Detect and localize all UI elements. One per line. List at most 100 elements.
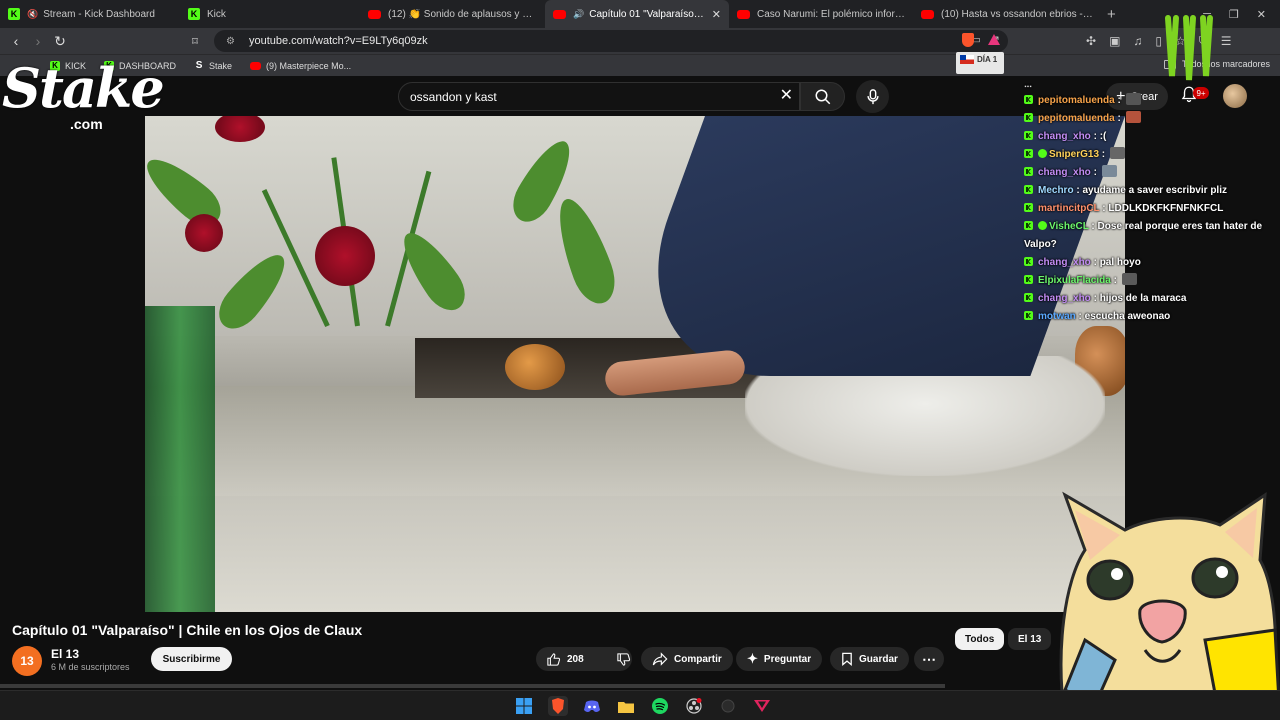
chat-text: ayudame a saver escribvir pliz	[1082, 185, 1227, 196]
bookmark-stake[interactable]: S Stake	[194, 60, 232, 71]
maximize-icon[interactable]: ❐	[1229, 8, 1239, 21]
menu-icon[interactable]: ☰	[1221, 34, 1232, 49]
chat-separator: :	[1090, 257, 1100, 268]
day-badge-text: DÍA 1	[977, 55, 998, 64]
chat-separator: :	[1090, 131, 1100, 142]
save-button[interactable]: Guardar	[830, 647, 909, 671]
browser-toolbar: ‹ › ↻ ⌑ ⚙ youtube.com/watch?v=E9LTy6q09z…	[0, 28, 1280, 54]
youtube-search-button[interactable]	[800, 82, 845, 111]
video-title: Capítulo 01 "Valparaíso" | Chile en los …	[12, 622, 363, 638]
video-progress-track[interactable]	[0, 684, 945, 688]
like-button[interactable]: 208	[536, 647, 594, 671]
extension-puzzle-icon[interactable]: ✣	[1086, 34, 1096, 49]
channel-avatar[interactable]: 13	[12, 646, 42, 676]
screenshot-icon[interactable]: ▣	[1109, 34, 1120, 49]
browser-tab-4[interactable]: Caso Narumi: El polémico informe pr	[729, 0, 913, 28]
close-tab-icon[interactable]: ✕	[712, 8, 721, 21]
app-icon-dark[interactable]	[718, 696, 738, 716]
forward-icon[interactable]: ›	[27, 33, 49, 49]
tab-title: Caso Narumi: El polémico informe pr	[757, 8, 905, 20]
speaker-icon[interactable]: 🔊	[573, 9, 584, 20]
browser-tab-2[interactable]: (12) 👏 Sonido de aplausos y gritos	[360, 0, 545, 28]
video-scene-pot	[505, 344, 565, 390]
brave-rewards-icon[interactable]	[988, 34, 1000, 45]
windows-start-icon[interactable]	[514, 696, 534, 716]
dislike-button[interactable]	[606, 647, 641, 671]
brave-shield-icon[interactable]	[962, 33, 974, 47]
search-query: ossandon y kast	[410, 89, 497, 104]
chip-channel-label: El 13	[1018, 633, 1042, 645]
day-badge-overlay: DÍA 1	[956, 52, 1004, 74]
discord-icon[interactable]	[582, 696, 602, 716]
browser-tab-strip: K 🔇 Stream - Kick Dashboard K Kick (12) …	[0, 0, 1280, 28]
channel-name[interactable]: El 13	[51, 647, 79, 661]
chat-emote-icon	[1121, 273, 1137, 285]
browser-tab-1[interactable]: K Kick	[180, 0, 360, 28]
more-actions-button[interactable]: ⋯	[914, 647, 944, 671]
bookmark-masterpiece[interactable]: (9) Masterpiece Mo...	[250, 61, 351, 71]
chat-message: chang_xho : hijos de la maraca	[1024, 290, 1264, 308]
kick-badge-icon	[1024, 131, 1033, 140]
reload-icon[interactable]: ↻	[49, 33, 71, 50]
chat-separator: :	[1088, 221, 1098, 232]
video-player[interactable]	[145, 116, 1125, 612]
subscriber-badge-icon	[1038, 149, 1047, 158]
browser-tab-3-active[interactable]: 🔊 Capítulo 01 "Valparaíso" | Chile ✕	[545, 0, 729, 28]
chat-text: hijos de la maraca	[1099, 293, 1187, 304]
close-window-icon[interactable]: ✕	[1257, 8, 1266, 21]
voice-search-button[interactable]	[856, 80, 889, 113]
new-tab-icon[interactable]: +	[1107, 6, 1116, 23]
address-bar[interactable]: ⚙ youtube.com/watch?v=E9LTy6q09zk ▭ ↗	[214, 30, 1008, 52]
chip-all[interactable]: Todos	[955, 628, 1005, 650]
muted-speaker-icon[interactable]: 🔇	[27, 9, 38, 20]
brave-browser-icon[interactable]	[548, 696, 568, 716]
app-icon-triangle[interactable]	[752, 696, 772, 716]
file-explorer-icon[interactable]	[616, 696, 636, 716]
chat-separator: :	[1110, 275, 1120, 286]
monster-energy-logo	[1165, 15, 1213, 81]
music-icon[interactable]: ♫	[1133, 34, 1142, 49]
tab-title: Capítulo 01 "Valparaíso" | Chile	[589, 8, 704, 20]
chat-message: motwan : escucha aweonao	[1024, 308, 1264, 326]
site-settings-icon[interactable]: ⚙	[226, 36, 235, 47]
youtube-search-input[interactable]: ossandon y kast ✕	[398, 82, 800, 111]
kick-badge-icon	[1024, 203, 1033, 212]
ask-label: Preguntar	[763, 653, 812, 665]
subscribe-button[interactable]: Suscribirme	[151, 647, 232, 671]
search-icon	[815, 89, 830, 104]
clear-search-icon[interactable]: ✕	[780, 85, 793, 105]
chat-username: ElpixulaFlacida	[1038, 275, 1111, 286]
bookmark-icon[interactable]: ⌑	[184, 35, 206, 48]
tab-title: (10) Hasta vs ossandon ebrios - YouT	[941, 8, 1093, 20]
tab-title: (12) 👏 Sonido de aplausos y gritos	[388, 8, 537, 20]
youtube-icon	[368, 9, 381, 19]
share-button[interactable]: Compartir	[641, 647, 733, 671]
browser-tab-5[interactable]: (10) Hasta vs ossandon ebrios - YouT	[913, 0, 1101, 28]
stake-logo-word: Stake	[2, 56, 165, 120]
chat-separator: :	[1114, 95, 1124, 106]
ask-button[interactable]: ✦ Preguntar	[736, 647, 823, 671]
kick-badge-icon	[1024, 149, 1033, 158]
chat-emote-icon	[1125, 93, 1141, 105]
browser-tab-0[interactable]: K 🔇 Stream - Kick Dashboard	[0, 0, 180, 28]
kick-badge-icon	[1024, 167, 1033, 176]
chat-message: pepitomaluenda :	[1024, 92, 1264, 110]
chat-message: Mechro : ayudame a saver escribvir pliz	[1024, 182, 1264, 200]
chat-separator: :	[1090, 293, 1100, 304]
kick-badge-icon	[1024, 113, 1033, 122]
kick-chat-overlay: ᐧᐧᐧ pepitomaluenda : pepitomaluenda : ch…	[1024, 83, 1264, 326]
chat-message: ElpixulaFlacida :	[1024, 272, 1264, 290]
chat-text: escucha aweonao	[1084, 311, 1171, 322]
chat-emote-icon	[1109, 147, 1125, 159]
obs-studio-icon[interactable]	[684, 696, 704, 716]
save-label: Guardar	[859, 653, 898, 665]
chat-username: chang_xho	[1038, 257, 1091, 268]
chat-username: chang_xho	[1038, 167, 1091, 178]
spotify-icon[interactable]	[650, 696, 670, 716]
chat-separator: :	[1090, 167, 1100, 178]
chat-text: pal hoyo	[1099, 257, 1141, 268]
channel-avatar-text: 13	[20, 654, 34, 668]
back-icon[interactable]: ‹	[5, 33, 27, 49]
kick-badge-icon	[1024, 221, 1033, 230]
chip-all-label: Todos	[965, 633, 995, 645]
